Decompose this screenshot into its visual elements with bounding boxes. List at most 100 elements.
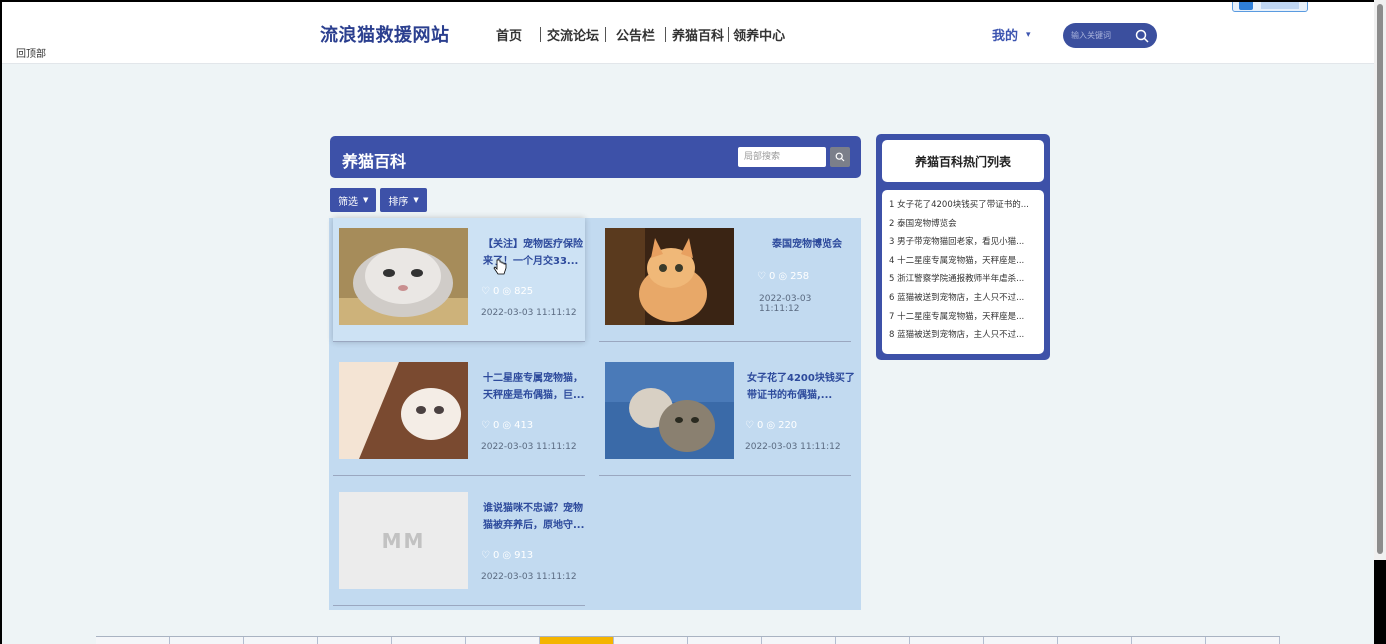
article-title[interactable]: 十二星座专属宠物猫，天秤座是布偶猫，巨... (483, 370, 591, 404)
article-card[interactable]: MM 谁说猫咪不忠诚？宠物猫被弃养后，原地守... ♡ 0 ◎ 913 2022-0… (333, 482, 585, 606)
floating-badge[interactable] (1232, 2, 1308, 12)
chevron-down-icon: ▼ (363, 196, 369, 204)
article-card[interactable]: 十二星座专属宠物猫，天秤座是布偶猫，巨... ♡ 0 ◎ 413 2022-03-0… (333, 352, 585, 476)
strip-segment[interactable] (984, 637, 1058, 644)
menu-item-notice[interactable]: 公告栏 (616, 25, 655, 44)
view-icon: ◎ (778, 271, 788, 282)
strip-segment-active[interactable] (540, 637, 614, 644)
strip-segment[interactable] (1132, 637, 1206, 644)
local-search-button[interactable] (830, 147, 850, 167)
article-grid: 【关注】宠物医疗保险来了！一个月交33... ♡ 0 ◎ 825 2022-03-0… (329, 218, 861, 610)
article-card[interactable]: 泰国宠物博览会 ♡ 0 ◎ 258 2022-03-03 11:11:12 (599, 218, 851, 342)
view-icon: ◎ (502, 420, 512, 431)
strip-segment[interactable] (614, 637, 688, 644)
article-title[interactable]: 谁说猫咪不忠诚？宠物猫被弃养后，原地守... (483, 500, 591, 534)
white-kitten-photo (339, 362, 468, 459)
strip-segment[interactable] (688, 637, 762, 644)
placeholder-image: MM (339, 492, 468, 589)
article-date: 2022-03-03 11:11:12 (481, 572, 577, 582)
back-to-top-link[interactable]: 回顶部 (16, 45, 46, 60)
article-stats: ♡ 0 ◎ 258 (757, 271, 809, 282)
view-count: 258 (790, 271, 810, 282)
like-count: 0 (492, 420, 500, 431)
hot-list-item[interactable]: 2 泰国宠物博览会 (889, 215, 1039, 234)
strip-segment[interactable] (1206, 637, 1280, 644)
article-date: 2022-03-03 11:11:12 (745, 442, 841, 452)
strip-segment[interactable] (96, 637, 170, 644)
like-count: 0 (768, 271, 776, 282)
user-menu[interactable]: 我的 ▾ (992, 25, 1031, 44)
view-count: 413 (514, 420, 534, 431)
hot-list-title: 养猫百科热门列表 (882, 140, 1044, 182)
article-date: 2022-03-03 11:11:12 (481, 308, 577, 318)
like-count: 0 (492, 550, 500, 561)
orange-kitten-photo (605, 228, 734, 325)
hot-list: 1 女子花了4200块钱买了带证书的... 2 泰国宠物博览会 3 男子带宠物猫… (882, 190, 1044, 354)
badge-bar (1261, 2, 1299, 9)
article-title[interactable]: 泰国宠物博览会 (753, 236, 861, 253)
menu-item-home[interactable]: 首页 (496, 25, 522, 44)
site-search-input[interactable] (1071, 27, 1131, 44)
hot-list-item[interactable]: 8 蓝猫被送到宠物店，主人只不过... (889, 326, 1039, 345)
strip-segment[interactable] (466, 637, 540, 644)
top-nav: 回顶部 流浪猫救援网站 首页 交流论坛 公告栏 养猫百科 领养中心 我的 ▾ (2, 2, 1374, 64)
like-icon: ♡ (481, 550, 490, 561)
hot-list-item[interactable]: 1 女子花了4200块钱买了带证书的... (889, 196, 1039, 215)
site-search (1063, 23, 1157, 48)
menu-divider (540, 27, 542, 42)
menu-item-forum[interactable]: 交流论坛 (547, 25, 599, 44)
view-icon: ◎ (502, 550, 512, 561)
strip-segment[interactable] (762, 637, 836, 644)
like-icon: ♡ (745, 420, 754, 431)
menu-item-encyclopedia[interactable]: 养猫百科 (672, 25, 724, 44)
article-stats: ♡ 0 ◎ 413 (481, 420, 533, 431)
menu-divider (665, 27, 667, 42)
like-count: 0 (492, 286, 500, 297)
site-logo[interactable]: 流浪猫救援网站 (320, 21, 450, 47)
page: 回顶部 流浪猫救援网站 首页 交流论坛 公告栏 养猫百科 领养中心 我的 ▾ 养… (2, 2, 1374, 644)
filter-button-label: 筛选 (338, 196, 358, 208)
article-title[interactable]: 女子花了4200块钱买了带证书的布偶猫,... (747, 370, 855, 404)
vertical-scrollbar[interactable] (1374, 0, 1386, 560)
local-search-input[interactable] (738, 147, 826, 167)
article-date: 2022-03-03 11:11:12 (759, 294, 812, 314)
view-icon: ◎ (766, 420, 776, 431)
sort-button-label: 排序 (388, 196, 409, 208)
grey-kitten-photo (339, 228, 468, 325)
chevron-down-icon: ▾ (1026, 29, 1031, 40)
strip-segment[interactable] (244, 637, 318, 644)
hot-list-item[interactable]: 7 十二星座专属宠物猫，天秤座是... (889, 308, 1039, 327)
hot-list-item[interactable]: 3 男子带宠物猫回老家，看见小猫... (889, 233, 1039, 252)
filter-bar: 筛选 ▼ 排序 ▼ (330, 188, 427, 212)
view-count: 220 (778, 420, 798, 431)
search-icon[interactable] (1135, 29, 1149, 43)
hot-list-item[interactable]: 4 十二星座专属宠物猫，天秤座是... (889, 252, 1039, 271)
view-count: 913 (514, 550, 534, 561)
user-menu-label: 我的 (992, 29, 1019, 44)
strip-segment[interactable] (910, 637, 984, 644)
strip-segment[interactable] (836, 637, 910, 644)
strip-segment[interactable] (392, 637, 466, 644)
sort-button[interactable]: 排序 ▼ (380, 188, 427, 212)
hot-list-panel: 养猫百科热门列表 1 女子花了4200块钱买了带证书的... 2 泰国宠物博览会… (876, 134, 1050, 360)
filter-button[interactable]: 筛选 ▼ (330, 188, 377, 212)
like-icon: ♡ (481, 420, 490, 431)
view-icon: ◎ (502, 286, 512, 297)
strip-segment[interactable] (1058, 637, 1132, 644)
article-card[interactable]: 女子花了4200块钱买了带证书的布偶猫,... ♡ 0 ◎ 220 2022-03-… (599, 352, 855, 476)
encyclopedia-header: 养猫百科 (330, 136, 861, 178)
hand-cursor-icon (493, 259, 507, 275)
strip-segment[interactable] (170, 637, 244, 644)
scrollbar-thumb[interactable] (1377, 4, 1383, 554)
article-stats: ♡ 0 ◎ 220 (745, 420, 797, 431)
menu-item-adoption[interactable]: 领养中心 (733, 25, 785, 44)
hot-list-item[interactable]: 6 蓝猫被送到宠物店，主人只不过... (889, 289, 1039, 308)
article-card[interactable]: 【关注】宠物医疗保险来了！一个月交33... ♡ 0 ◎ 825 2022-03-0… (333, 218, 585, 342)
hot-list-item[interactable]: 5 浙江警察学院通报教师半年虐杀... (889, 270, 1039, 289)
article-date: 2022-03-03 11:11:12 (481, 442, 577, 452)
strip-segment[interactable] (318, 637, 392, 644)
bottom-thumbnail-strip (96, 636, 1280, 644)
search-icon (835, 152, 845, 162)
like-icon: ♡ (481, 286, 490, 297)
badge-icon (1239, 2, 1253, 10)
